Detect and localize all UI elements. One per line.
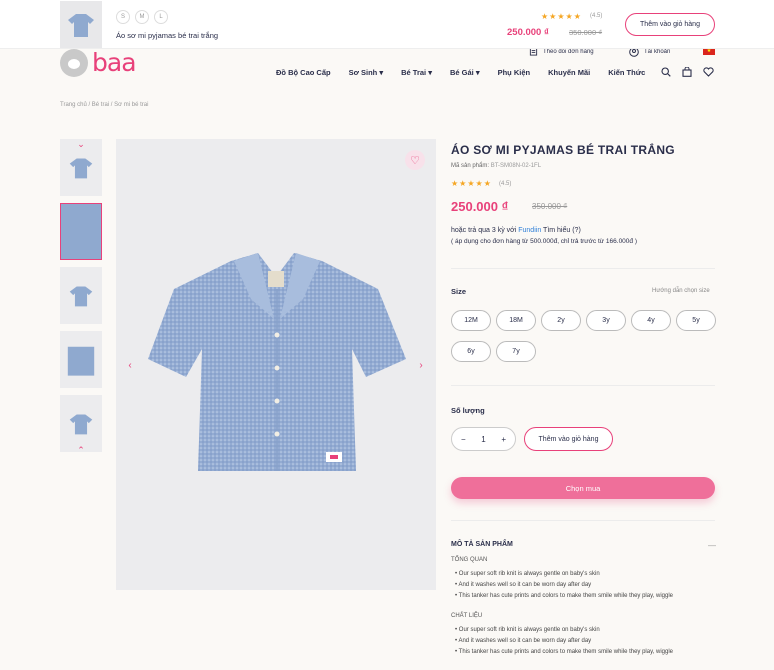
list-item: • This tanker has cute prints and colors… — [455, 649, 673, 655]
sticky-size-s[interactable]: S — [116, 10, 130, 24]
divider — [451, 268, 715, 269]
nav-item-promotions[interactable]: Khuyến Mãi — [548, 68, 590, 77]
product-old-price: 350.000 ₫ — [532, 202, 568, 211]
thumbnail-5[interactable]: ⌃ — [60, 395, 102, 455]
nav-item-knowledge[interactable]: Kiến Thức — [608, 68, 645, 77]
product-price: 250.000 ₫ — [451, 199, 509, 214]
divider — [451, 520, 715, 521]
thumbnail-gallery: ⌄ ⌃ — [60, 139, 102, 459]
quantity-label: Số lượng — [451, 406, 485, 415]
main-product-image — [116, 139, 436, 590]
sticky-rating-stars: ★★★★★ — [541, 12, 582, 21]
track-order-label: Theo dõi đơn hàng — [543, 48, 594, 55]
main-nav: Đồ Bộ Cao Cấp Sơ Sinh ▾ Bé Trai ▾ Bé Gái… — [276, 68, 663, 77]
sku-value: BT-SM08N-02-1FL — [490, 163, 542, 169]
learn-more-link[interactable]: Tìm hiểu (?) — [543, 227, 581, 234]
sheep-logo-icon — [60, 48, 88, 77]
sku-label: Mã sản phẩm: — [451, 163, 490, 169]
sticky-product-name: Áo sơ mi pyjamas bé trai trắng — [116, 31, 219, 40]
nav-item-accessories[interactable]: Phụ Kiện — [498, 68, 531, 77]
quantity-stepper: − 1 + — [451, 427, 516, 451]
size-options: 12M 18M 2y 3y 4y 5y 6y 7y — [451, 310, 719, 362]
account-label: Tài khoản — [644, 49, 671, 55]
size-option-18m[interactable]: 18M — [496, 310, 536, 331]
product-sku: Mã sản phẩm: BT-SM08N-02-1FL — [451, 163, 541, 169]
thumbnail-2[interactable] — [60, 203, 102, 260]
material-label: CHẤT LIỆU — [451, 613, 483, 619]
chevron-down-icon[interactable]: ⌃ — [77, 445, 85, 456]
wishlist-heart-icon[interactable] — [703, 67, 714, 77]
prev-image-arrow-icon[interactable]: ‹ — [123, 358, 137, 372]
plus-icon[interactable]: + — [501, 435, 506, 444]
installment-text: hoặc trả qua 3 kỳ với Fundiin Tìm hiểu (… — [451, 227, 581, 234]
breadcrumb[interactable]: Trang chủ / Bé trai / Sơ mi bé trai — [60, 102, 148, 108]
nav-item-premium-sets[interactable]: Đồ Bộ Cao Cấp — [276, 68, 331, 77]
add-to-cart-button[interactable]: Thêm vào giỏ hàng — [524, 427, 613, 451]
next-image-arrow-icon[interactable]: › — [414, 358, 428, 372]
nav-item-girls[interactable]: Bé Gái ▾ — [450, 68, 480, 77]
sticky-add-to-cart-button[interactable]: Thêm vào giỏ hàng — [625, 13, 715, 36]
list-item: • Our super soft rib knit is always gent… — [455, 571, 600, 577]
size-option-6y[interactable]: 6y — [451, 341, 491, 362]
installment-note: ( áp dụng cho đơn hàng từ 500.000đ, chỉ … — [451, 238, 637, 245]
product-title: ÁO SƠ MI PYJAMAS BÉ TRAI TRẮNG — [451, 143, 675, 157]
sticky-size-l[interactable]: L — [154, 10, 168, 24]
divider — [451, 385, 715, 386]
size-option-12m[interactable]: 12M — [451, 310, 491, 331]
material-list: • Our super soft rib knit is always gent… — [455, 625, 673, 658]
sticky-thumbnail — [60, 1, 102, 48]
rating-value: (4.5) — [499, 181, 512, 187]
sticky-price: 250.000 ₫ — [507, 27, 549, 38]
list-item: • And it washes well so it can be worn d… — [455, 582, 592, 588]
fundiin-link[interactable]: Fundiin — [518, 227, 541, 234]
minus-icon[interactable]: − — [461, 435, 466, 444]
size-option-5y[interactable]: 5y — [676, 310, 716, 331]
sticky-size-m[interactable]: M — [135, 10, 149, 24]
shirt-image — [148, 253, 406, 471]
overview-list: • Our super soft rib knit is always gent… — [455, 569, 673, 602]
list-item: • And it washes well so it can be worn d… — [455, 638, 592, 644]
description-heading[interactable]: MÔ TẢ SẢN PHẨM — [451, 541, 513, 548]
chevron-up-icon[interactable]: ⌄ — [77, 139, 85, 150]
size-label: Size — [451, 287, 467, 296]
size-guide-link[interactable]: Hướng dẫn chọn size — [652, 288, 710, 294]
sticky-old-price: 350.000 ₫ — [569, 28, 603, 37]
quantity-value[interactable]: 1 — [481, 435, 485, 444]
rating-stars: ★★★★★ — [451, 179, 492, 188]
list-item: • This tanker has cute prints and colors… — [455, 593, 673, 599]
thumbnail-1[interactable]: ⌄ — [60, 139, 102, 196]
collapse-icon[interactable]: — — [708, 541, 716, 550]
cart-icon[interactable] — [682, 67, 692, 77]
sticky-rating-value: (4.5) — [590, 13, 603, 19]
logo-text: baa — [92, 48, 137, 77]
size-option-4y[interactable]: 4y — [631, 310, 671, 331]
sticky-size-options: S M L — [116, 10, 168, 24]
buy-now-button[interactable]: Chọn mua — [451, 477, 715, 499]
thumbnail-3[interactable] — [60, 267, 102, 324]
search-icon[interactable] — [661, 67, 671, 77]
logo[interactable]: baa — [60, 48, 137, 77]
thumbnail-4[interactable] — [60, 331, 102, 388]
header-icons — [661, 67, 714, 77]
list-item: • Our super soft rib knit is always gent… — [455, 627, 600, 633]
size-option-2y[interactable]: 2y — [541, 310, 581, 331]
nav-item-boys[interactable]: Bé Trai ▾ — [401, 68, 432, 77]
installment-label: hoặc trả qua 3 kỳ với — [451, 227, 517, 234]
overview-label: TỔNG QUAN — [451, 557, 488, 563]
size-option-3y[interactable]: 3y — [586, 310, 626, 331]
sticky-product-bar: S M L Áo sơ mi pyjamas bé trai trắng ★★★… — [0, 0, 774, 49]
favorite-heart-icon[interactable]: ♡ — [405, 150, 425, 170]
nav-item-newborn[interactable]: Sơ Sinh ▾ — [349, 68, 384, 77]
size-option-7y[interactable]: 7y — [496, 341, 536, 362]
